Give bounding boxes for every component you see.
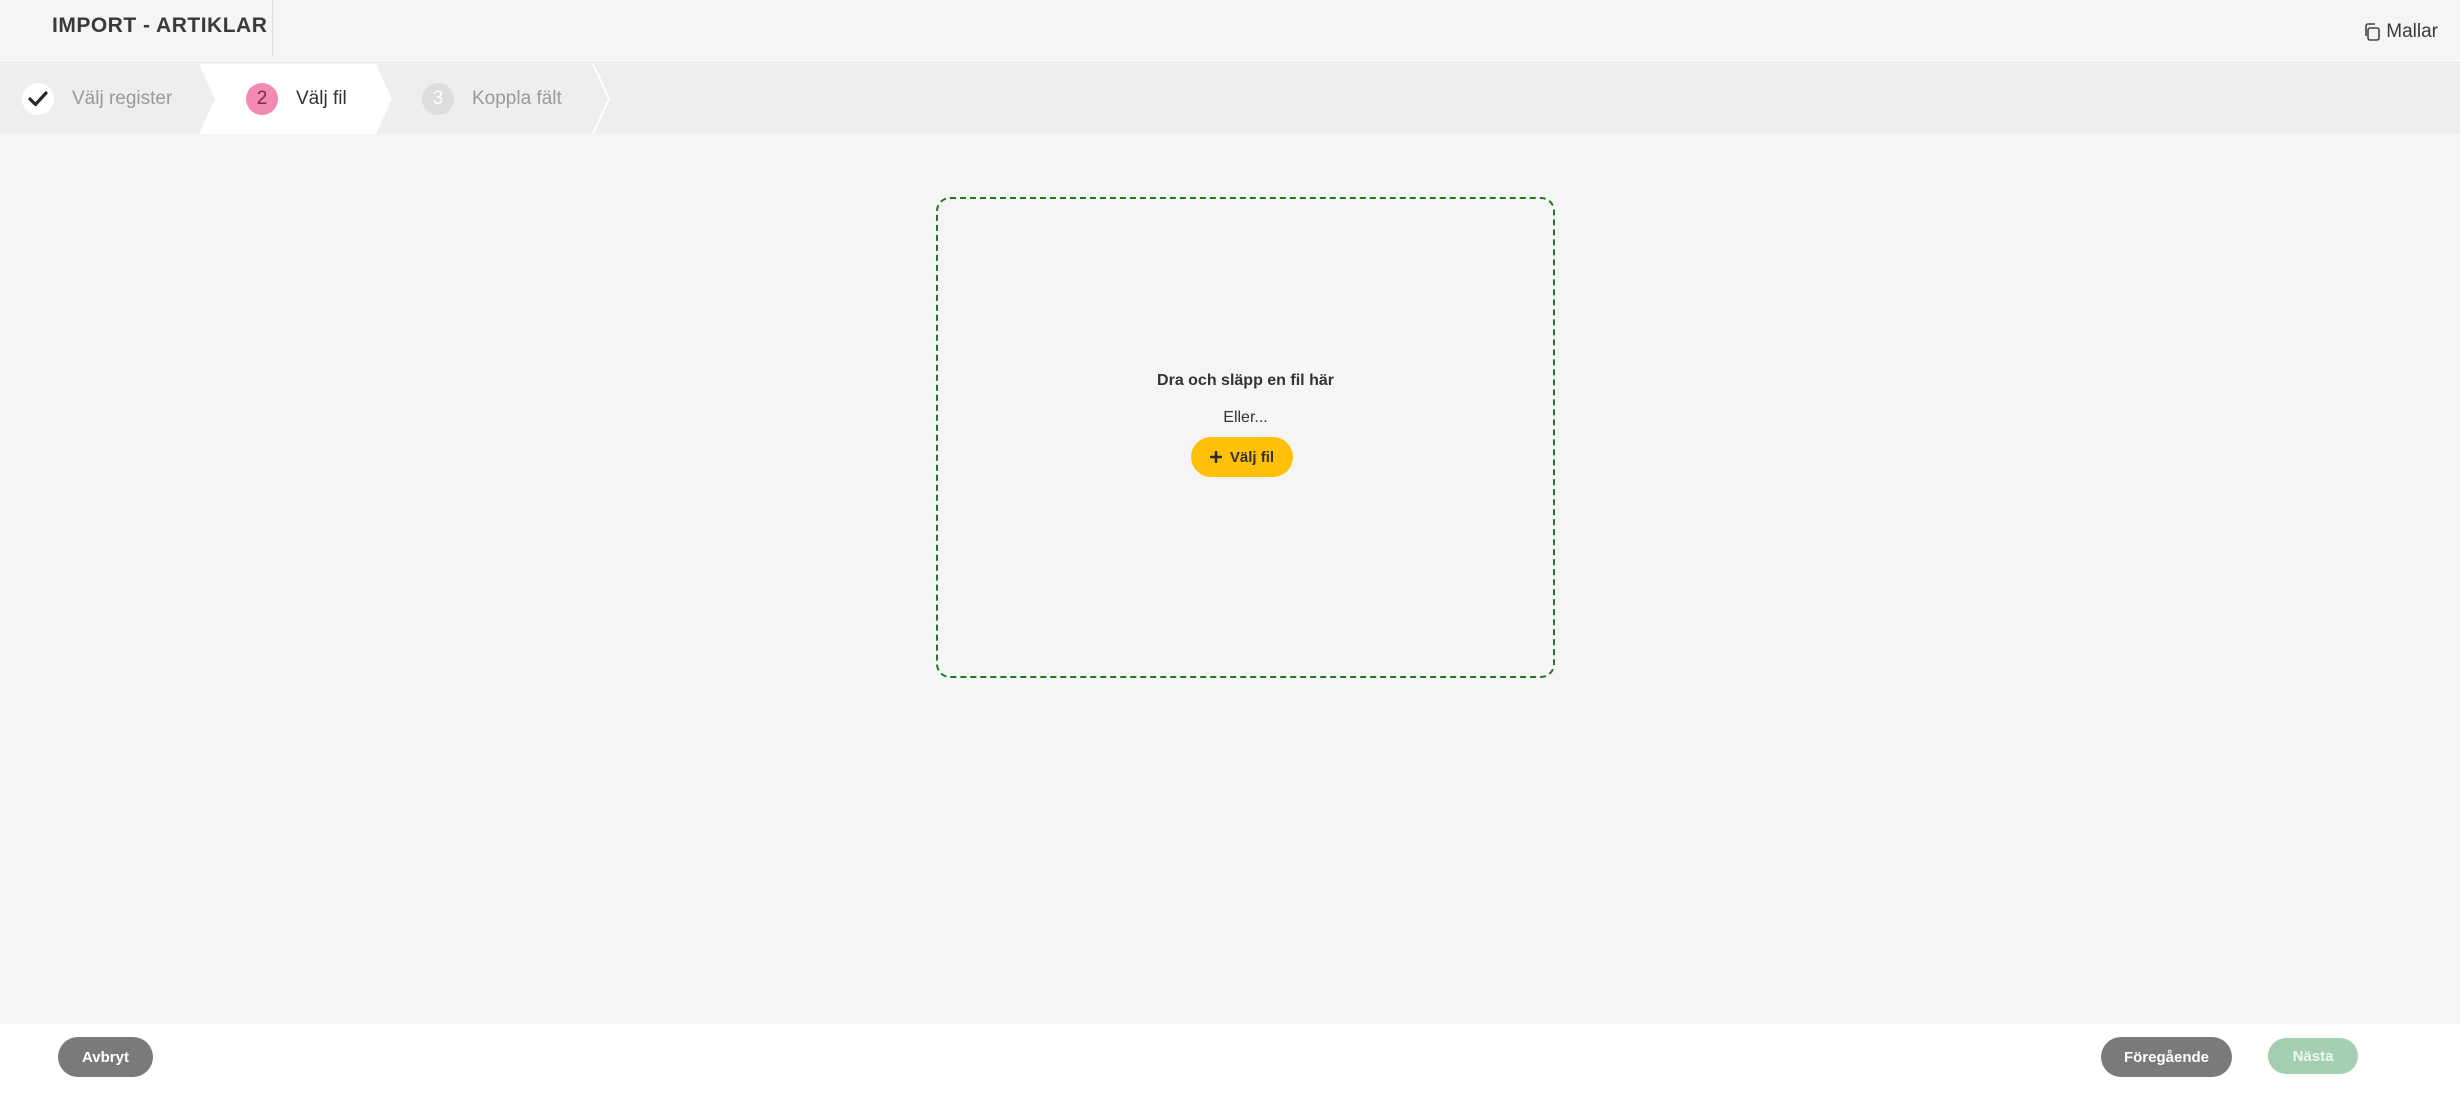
- templates-label: Mallar: [2386, 21, 2438, 42]
- dropzone-or-text: Eller...: [1223, 409, 1268, 426]
- import-wizard: IMPORT - ARTIKLAR Mallar Välj register 2…: [0, 0, 2460, 1093]
- page-title: IMPORT - ARTIKLAR: [52, 14, 268, 37]
- step-1-check-circle: [22, 83, 54, 115]
- step-3-number: 3: [422, 83, 454, 115]
- dropzone-title: Dra och släpp en fil här: [1157, 372, 1334, 389]
- next-button[interactable]: Nästa: [2268, 1038, 2358, 1074]
- step-3-label: Koppla fält: [472, 88, 562, 109]
- step-1-label: Välj register: [72, 88, 173, 109]
- step-select-file[interactable]: 2 Välj fil: [246, 64, 376, 134]
- header: IMPORT - ARTIKLAR Mallar: [0, 0, 2460, 63]
- step-2-number: 2: [246, 83, 278, 115]
- copy-icon: [2365, 23, 2381, 41]
- templates-link[interactable]: Mallar: [2362, 20, 2438, 44]
- title-divider: [272, 0, 273, 56]
- check-icon: [28, 91, 48, 107]
- step-select-register[interactable]: Välj register: [22, 64, 200, 134]
- footer: Avbryt Föregående Nästa: [0, 1024, 2460, 1093]
- step-map-fields[interactable]: 3 Koppla fält: [422, 64, 592, 134]
- choose-file-button[interactable]: Välj fil: [1191, 437, 1293, 477]
- plus-icon: [1209, 451, 1222, 463]
- previous-button[interactable]: Föregående: [2101, 1037, 2232, 1077]
- wizard-stepper: Välj register 2 Välj fil 3 Koppla fält: [0, 64, 2460, 134]
- file-dropzone[interactable]: Dra och släpp en fil här Eller... Välj f…: [936, 197, 1555, 678]
- choose-file-label: Välj fil: [1229, 448, 1275, 466]
- step-2-label: Välj fil: [296, 88, 347, 109]
- cancel-button[interactable]: Avbryt: [58, 1037, 153, 1077]
